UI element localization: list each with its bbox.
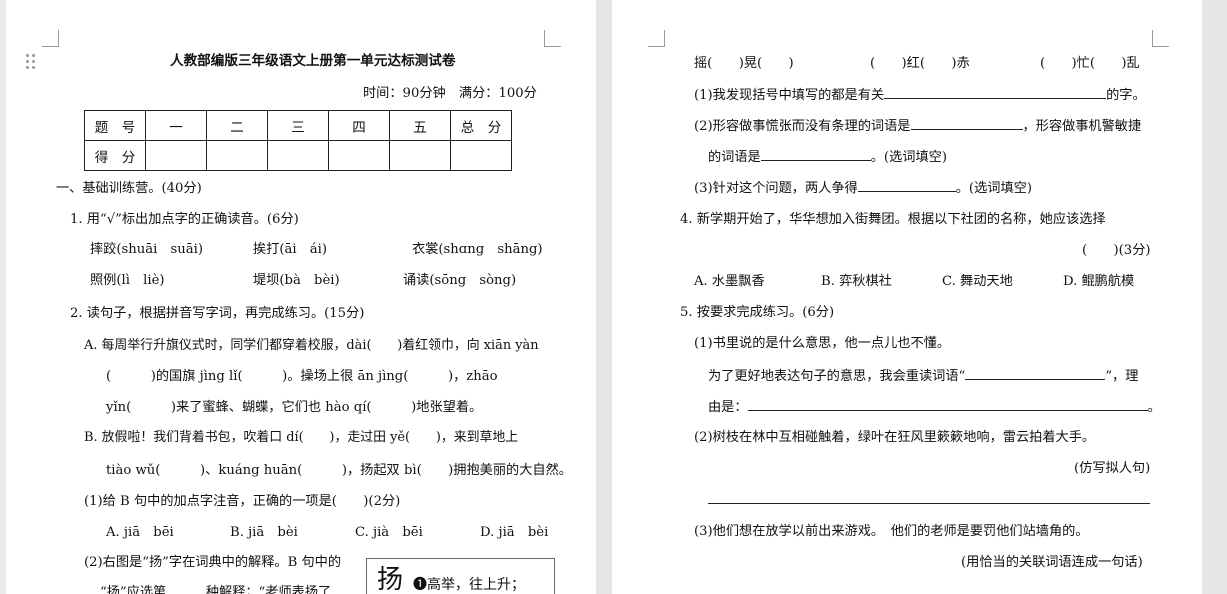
answer-blank[interactable] — [760, 148, 871, 161]
page-gutter — [596, 0, 612, 594]
document-page-right: 摇( )晃( ) ( )红( )赤 ( )忙( )乱 (1)我发现括号中填写的都… — [612, 0, 1202, 594]
answer-blank[interactable] — [965, 367, 1106, 380]
sub-question-3: (3)针对这个问题，两人争得 。(选词填空) — [694, 179, 1032, 197]
q4-option: C. 舞动天地 — [942, 274, 1013, 289]
sub-question-2-cont-text: 的词语是 — [708, 150, 761, 165]
section-1-heading: 一、基础训练营。(40分) — [56, 181, 202, 196]
score-table: 题 号 一 二 三 四 五 总 分 得 分 — [84, 110, 512, 171]
q5-sub-1: (1)书里说的是什么意思，他一点儿也不懂。 — [694, 336, 951, 351]
q2-sub-question-2: (2)右图是“扬”字在词典中的解释。B 句中的 — [84, 555, 342, 570]
q2-option: C. jià bēi — [355, 525, 423, 540]
q5-sub-3: (3)他们想在放学以前出来游戏。 他们的老师是要罚他们站墙角的。 — [694, 524, 1089, 539]
score-header-cell: 三 — [267, 110, 329, 141]
word-group: ( )忙( )乱 — [1040, 56, 1140, 71]
q5-sub-1-line2-end: ”，理 — [1105, 369, 1139, 384]
score-cell[interactable] — [145, 140, 207, 171]
question-4: 4. 新学期开始了，华华想加入街舞团。根据以下社团的名称，她应该选择 — [680, 212, 1106, 227]
word-group: 摇( )晃( ) — [694, 56, 794, 71]
dictionary-entry-box: 扬 ❶高举，往上升； — [366, 558, 555, 594]
score-cell[interactable] — [206, 140, 268, 171]
q1-item: 衣裳(shɑng shāng) — [412, 242, 543, 257]
sub-question-1-end: 的字。 — [1106, 88, 1146, 103]
q1-item: 诵读(sōng sòng) — [403, 273, 517, 288]
score-cell[interactable] — [328, 140, 390, 171]
score-header-cell: 一 — [145, 110, 207, 141]
q4-option: A. 水墨飘香 — [694, 274, 765, 289]
q5-sub-1-line3-end: 。 — [1147, 400, 1161, 415]
drag-handle-icon[interactable] — [26, 54, 40, 70]
score-header-cell: 五 — [389, 110, 451, 141]
score-header-cell: 四 — [328, 110, 390, 141]
question-1: 1. 用“√”标出加点字的正确读音。(6分) — [70, 212, 299, 227]
q2-sentence-a-line3: yǐn( )来了蜜蜂、蝴蝶，它们也 hào qí( )地张望着。 — [106, 400, 483, 415]
crop-mark-top-right — [1152, 30, 1169, 47]
sub-question-3-end: 。(选词填空) — [955, 181, 1032, 196]
sub-question-3-text: (3)针对这个问题，两人争得 — [694, 181, 858, 196]
page-gutter — [1202, 0, 1227, 594]
q2-option: B. jiā bèi — [230, 525, 298, 540]
crop-mark-top-right — [544, 30, 561, 47]
sub-question-2: (2)形容做事慌张而没有条理的词语是 ，形容做事机警敏捷 — [694, 117, 1141, 135]
sub-question-2-cont: 的词语是 。(选词填空) — [708, 148, 947, 166]
sub-question-2-text: (2)形容做事慌张而没有条理的词语是 — [694, 119, 911, 134]
q2-sentence-a-line2: ( )的国旗 jìng lǐ( )。操场上很 ān jìng( )，zhāo — [106, 369, 498, 384]
dictionary-definition: ❶高举，往上升； — [413, 577, 525, 593]
score-cell[interactable] — [267, 140, 329, 171]
q2-sentence-b-line1: B. 放假啦！我们背着书包，吹着口 dí( )，走过田 yě( )，来到草地上 — [84, 430, 519, 445]
q1-item: 照例(lì liè) — [90, 273, 165, 288]
score-table-header-row: 题 号 一 二 三 四 五 总 分 — [84, 110, 512, 141]
question-4-tail: ( )(3分) — [1082, 243, 1151, 258]
q2-sentence-a-line1: A. 每周举行升旗仪式时，同学们都穿着校服，dài( )着红领巾，向 xiān … — [84, 338, 539, 353]
q2-option: A. jiā bēi — [106, 525, 174, 540]
question-2: 2. 读句子，根据拼音写字词，再完成练习。(15分) — [70, 306, 365, 321]
answer-blank[interactable] — [884, 86, 1107, 99]
q2-option: D. jiā bèi — [480, 525, 549, 540]
answer-blank[interactable] — [857, 179, 956, 192]
answer-line[interactable] — [708, 503, 1150, 504]
score-header-cell: 二 — [206, 110, 268, 141]
q2-sub-question-1: (1)给 B 句中的加点字注音，正确的一项是( )(2分) — [84, 494, 401, 509]
q2-sub-question-2-cont: “扬”应选第 种解释；“老师表扬了 — [100, 585, 332, 594]
q5-sub-1-line3-text: 由是： — [708, 400, 748, 415]
crop-mark-top-left — [648, 30, 665, 47]
q1-item: 堤坝(bà bèi) — [253, 273, 340, 288]
sub-question-2-mid: ，形容做事机警敏捷 — [1022, 119, 1142, 134]
q5-sub-2: (2)树枝在林中互相碰触着，绿叶在狂风里簌簌地响，雷云拍着大手。 — [694, 430, 1096, 445]
score-table-score-row: 得 分 — [84, 140, 512, 171]
score-row-label: 得 分 — [84, 140, 146, 171]
score-header-cell: 题 号 — [84, 110, 146, 141]
sub-question-1: (1)我发现括号中填写的都是有关 的字。 — [694, 86, 1146, 104]
doc-title: 人教部编版三年级语文上册第一单元达标测试卷 — [170, 53, 456, 69]
q5-sub-1-line2-text: 为了更好地表达句子的意思，我会重读词语“ — [708, 369, 966, 384]
q5-sub-3-tail: (用恰当的关联词语连成一句话) — [961, 555, 1143, 570]
crop-mark-top-left — [42, 30, 59, 47]
question-5: 5. 按要求完成练习。(6分) — [680, 305, 835, 320]
q5-sub-1-line2: 为了更好地表达句子的意思，我会重读词语“ ”，理 — [708, 367, 1138, 385]
answer-blank[interactable] — [910, 117, 1023, 130]
sub-question-2-end: 。(选词填空) — [870, 150, 947, 165]
answer-blank[interactable] — [747, 398, 1148, 411]
q5-sub-2-tail: (仿写拟人句) — [1074, 461, 1151, 476]
q4-option: B. 弈秋棋社 — [821, 274, 892, 289]
q1-item: 摔跤(shuāi suāi) — [90, 242, 204, 257]
score-header-cell: 总 分 — [450, 110, 512, 141]
document-page-left: 人教部编版三年级语文上册第一单元达标测试卷 时间：90分钟 满分：100分 题 … — [6, 0, 596, 594]
score-cell[interactable] — [450, 140, 512, 171]
q5-sub-1-line3: 由是： 。 — [708, 398, 1161, 416]
dictionary-character: 扬 — [377, 565, 404, 594]
score-cell[interactable] — [389, 140, 451, 171]
sub-question-1-text: (1)我发现括号中填写的都是有关 — [694, 88, 885, 103]
q2-sentence-b-line2: tiào wǔ( )、kuáng huān( )，扬起双 bì( )拥抱美丽的大… — [106, 463, 572, 478]
q4-option: D. 鲲鹏航模 — [1063, 274, 1135, 289]
word-group: ( )红( )赤 — [870, 56, 970, 71]
time-info: 时间：90分钟 满分：100分 — [363, 86, 537, 101]
q1-item: 挨打(āi ái) — [253, 242, 328, 257]
